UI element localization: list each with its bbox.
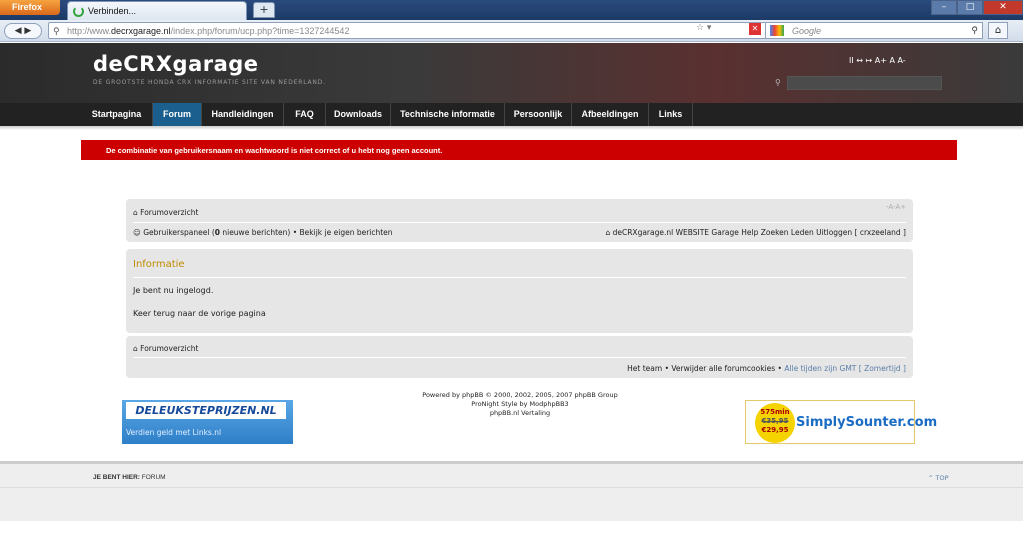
ad-right-brand: SimplySounter.com (796, 415, 938, 430)
return-link[interactable]: Keer terug naar de vorige pagina (133, 309, 266, 318)
house-icon: ⌂ (133, 344, 138, 353)
firefox-menu-button[interactable]: Firefox (0, 0, 60, 15)
ad-banner-left[interactable]: DELEUKSTEPRIJZEN.NL Verdien geld met Lin… (122, 400, 293, 444)
ad-left-subtitle: Verdien geld met Links.nl (126, 428, 222, 437)
close-window-icon[interactable]: ✕ (983, 0, 1023, 15)
url-domain: decrxgarage.nl (111, 26, 171, 36)
google-icon (770, 25, 784, 36)
bookmark-star-icon[interactable]: ☆ ▾ (696, 23, 711, 33)
breadcrumb[interactable]: ⌂ Forumoverzicht (133, 208, 199, 217)
header-search-input[interactable] (787, 76, 942, 90)
house-icon: ⌂ (605, 228, 611, 237)
home-icon[interactable]: ⌂ (988, 22, 1008, 39)
login-success-message: Je bent nu ingelogd. (133, 286, 214, 295)
nav-item-persoonlijk[interactable]: Persoonlijk (505, 103, 572, 126)
you-are-here-location[interactable]: FORUM (142, 474, 166, 481)
house-icon: ⌂ (133, 208, 138, 217)
forum-nav-panel: ⌂ Forumoverzicht -A-A+ ☺ Gebruikerspanee… (126, 199, 913, 242)
nav-item-links[interactable]: Links (649, 103, 693, 126)
back-to-top-link[interactable]: ⌃ TOP (928, 474, 949, 482)
user-control-panel-link[interactable]: ☺ Gebruikerspaneel (0 nieuwe berichten) … (133, 228, 393, 237)
login-error-alert: De combinatie van gebruikersnaam en wach… (81, 140, 957, 160)
price-badge: 575min €35,95 €29,95 (755, 403, 795, 443)
url-path: /index.php/forum/ucp.php?time=1327244542 (170, 26, 350, 36)
browser-tab[interactable]: Verbinden... (67, 1, 247, 20)
divider (0, 487, 1023, 488)
nav-accent-divider (0, 126, 1023, 130)
tab-title: Verbinden... (88, 6, 137, 16)
nav-item-startpagina[interactable]: Startpagina (81, 103, 153, 126)
ucp-suffix: nieuwe berichten) • Bekijk je eigen beri… (219, 228, 393, 237)
main-navigation: Startpagina Forum Handleidingen FAQ Down… (0, 103, 1023, 126)
window-controls: – □ ✕ (931, 0, 1023, 16)
nav-item-downloads[interactable]: Downloads (326, 103, 391, 126)
credits: Powered by phpBB © 2000, 2002, 2005, 200… (370, 391, 670, 418)
header-controls[interactable]: II ↔ ↦ A+ A A- (849, 56, 906, 65)
browser-nav-bar: ◀ ▶ ⚲ http://www.decrxgarage.nl/index.ph… (0, 20, 1023, 42)
breadcrumb[interactable]: ⌂ Forumoverzicht (133, 344, 199, 353)
credits-line[interactable]: phpBB.nl Vertaling (370, 409, 670, 418)
site-header: deCRXgarage DE GROOTSTE HONDA CRX INFORM… (0, 43, 1023, 103)
badge-old-price: €35,95 (761, 417, 789, 425)
information-panel: Informatie Je bent nu ingelogd. Keer ter… (126, 249, 913, 333)
divider (133, 277, 906, 278)
url-prefix: http://www. (67, 26, 112, 36)
nav-item-technische-informatie[interactable]: Technische informatie (391, 103, 505, 126)
font-size-controls[interactable]: -A-A+ (886, 203, 906, 211)
browser-tab-bar: Firefox Verbinden... + – □ ✕ (0, 0, 1023, 20)
badge-minutes: 575min (760, 408, 790, 416)
breadcrumb-forum-index[interactable]: Forumoverzicht (140, 344, 198, 353)
header-links-text[interactable]: deCRXgarage.nl WEBSITE Garage Help Zoeke… (613, 228, 906, 237)
badge-price: €29,95 (761, 426, 789, 434)
search-placeholder: Google (792, 26, 822, 36)
nav-item-handleidingen[interactable]: Handleidingen (202, 103, 284, 126)
bottom-bar: JE BENT HIER: FORUM ⌃ TOP (0, 461, 1023, 521)
maximize-icon[interactable]: □ (957, 0, 983, 15)
credits-line[interactable]: Powered by phpBB © 2000, 2002, 2005, 200… (370, 391, 670, 400)
chevron-up-icon: ⌃ (928, 474, 934, 482)
back-forward-buttons[interactable]: ◀ ▶ (4, 23, 42, 39)
divider (133, 357, 906, 358)
credits-line[interactable]: ProNight Style by ModphpBB3 (370, 400, 670, 409)
info-title: Informatie (133, 259, 185, 270)
nav-item-forum[interactable]: Forum (153, 103, 202, 126)
minimize-icon[interactable]: – (931, 0, 957, 15)
site-tagline: DE GROOTSTE HONDA CRX INFORMATIE SITE VA… (93, 79, 326, 86)
header-links[interactable]: ⌂ deCRXgarage.nl WEBSITE Garage Help Zoe… (605, 228, 906, 237)
ucp-prefix: Gebruikerspaneel ( (143, 228, 215, 237)
search-icon[interactable]: ⚲ (971, 25, 978, 36)
new-tab-button[interactable]: + (253, 2, 275, 18)
divider (133, 222, 906, 223)
loading-spinner-icon (73, 6, 84, 17)
you-are-here: JE BENT HIER: FORUM (93, 474, 166, 481)
breadcrumb-forum-index[interactable]: Forumoverzicht (140, 208, 198, 217)
users-icon: ☺ (133, 228, 141, 237)
site-logo[interactable]: deCRXgarage (93, 52, 259, 76)
forum-footer-panel: ⌂ Forumoverzicht Het team • Verwijder al… (126, 336, 913, 378)
footer-links-text[interactable]: Het team • Verwijder alle forumcookies • (627, 364, 784, 373)
you-are-here-label: JE BENT HIER: (93, 474, 140, 481)
site-identity-icon: ⚲ (53, 26, 60, 36)
stop-icon[interactable]: ✕ (749, 23, 761, 35)
footer-links[interactable]: Het team • Verwijder alle forumcookies •… (627, 364, 906, 373)
address-bar[interactable]: ⚲ http://www.decrxgarage.nl/index.php/fo… (48, 22, 778, 39)
search-icon: ⚲ (775, 78, 781, 87)
timezone-info: Alle tijden zijn GMT [ Zomertijd ] (784, 364, 906, 373)
nav-item-afbeeldingen[interactable]: Afbeeldingen (572, 103, 649, 126)
top-link-label[interactable]: TOP (936, 474, 949, 482)
ad-banner-right[interactable]: 575min €35,95 €29,95 SimplySounter.com (745, 400, 937, 444)
nav-item-faq[interactable]: FAQ (284, 103, 326, 126)
ad-left-title: DELEUKSTEPRIJZEN.NL (126, 402, 286, 419)
search-engine-field[interactable]: Google ⚲ (765, 22, 983, 39)
